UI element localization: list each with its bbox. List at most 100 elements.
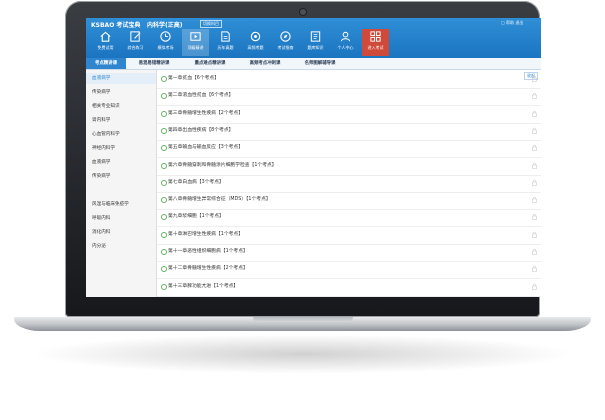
sidebar-item-neurology[interactable]: 神经内科学 — [92, 145, 115, 151]
nav-label: 进入考试 — [367, 45, 384, 50]
chapter-row[interactable]: 第十二章骨髓增生性疾病【2个考点】 — [157, 260, 541, 280]
lock-icon — [532, 110, 537, 117]
chapter-title: 第四章出血性疾病【8个考点】 — [168, 127, 234, 133]
lock-icon — [532, 231, 537, 238]
chapter-row[interactable]: 第四章出血性疾病【8个考点】 — [157, 122, 541, 141]
edit-icon — [130, 31, 141, 42]
compass-icon — [280, 31, 291, 42]
chapter-row[interactable]: 第三章骨髓增生性疾病【2个考点】 — [157, 105, 541, 124]
lock-icon — [532, 196, 537, 203]
nav-label: 个人中心 — [337, 45, 354, 50]
lock-icon — [532, 266, 537, 273]
bullet-icon — [161, 231, 167, 238]
lock-icon — [532, 144, 537, 151]
chapter-row[interactable]: 第六章骨髓穿刺和骨髓涂片细胞学检查【1个考点】 — [157, 157, 541, 176]
chapter-row[interactable]: 第一章贫血【6个考点】 — [157, 70, 541, 89]
nav-enter-exam[interactable]: 进入考试 — [362, 29, 389, 56]
settings-icon — [250, 31, 261, 42]
lock-icon — [532, 179, 537, 186]
lock-icon — [532, 248, 537, 255]
course-title: 内科学(正高) — [147, 22, 183, 29]
chapter-title: 第九章浆细胞【1个考点】 — [168, 214, 224, 220]
nav-free-trial[interactable]: 免费试用 — [92, 29, 119, 56]
chapter-title: 第二章溶血性贫血【6个考点】 — [168, 93, 234, 99]
sidebar-item-nephrology[interactable]: 肾内科学 — [92, 117, 110, 123]
bullet-icon — [161, 76, 167, 82]
home-icon — [100, 31, 111, 42]
grid-icon — [370, 31, 381, 42]
nav-hot-questions[interactable]: 高频考题 — [242, 29, 269, 56]
nav-label: 高频考题 — [247, 45, 264, 50]
lock-icon — [532, 283, 537, 290]
chapter-row[interactable]: 第七章白血病【3个考点】 — [157, 174, 541, 193]
sidebar-item-gastro[interactable]: 消化内科 — [92, 229, 110, 235]
sidebar-item-rheumatology[interactable]: 风湿与临床免疫学 — [92, 201, 129, 207]
app-screen: KSBAO 考试宝典 内科学(正高) 切换科目 □ 帮助 退出 免费试用 综合练… — [86, 18, 541, 297]
tab-confusing-points[interactable]: 易混易错精讲课 — [128, 58, 180, 69]
sidebar-item-related[interactable]: 相关专业知识 — [92, 103, 120, 109]
chapter-row[interactable]: 第二章溶血性贫血【6个考点】 — [157, 87, 541, 107]
sidebar-item-hematology[interactable]: 血液病学 — [92, 75, 110, 81]
sidebar-item-respiratory[interactable]: 呼吸内科 — [92, 215, 110, 221]
bullet-icon — [161, 179, 167, 186]
nav-practice[interactable]: 综合练习 — [122, 29, 149, 56]
nav-past-papers[interactable]: 历年真题 — [212, 29, 239, 56]
bullet-icon — [161, 214, 167, 221]
tab-illustrated[interactable]: 名师图解辅导课 — [294, 58, 346, 69]
chapter-row[interactable]: 第十三章脾功能亢进【1个考点】 — [157, 278, 541, 297]
chapter-title: 第十二章骨髓增生性疾病【2个考点】 — [168, 266, 248, 272]
chapter-title: 第八章骨髓增生异常综合征（MDS）【1个考点】 — [168, 197, 271, 203]
book-icon — [310, 31, 321, 42]
tab-key-points[interactable]: 考点精讲课 — [86, 58, 126, 69]
chapter-title: 第六章骨髓穿刺和骨髓涂片细胞学检查【1个考点】 — [168, 162, 277, 168]
chapter-title: 第十三章脾功能亢进【1个考点】 — [168, 283, 239, 289]
nav-lectures[interactable]: 顶级精讲 — [182, 29, 209, 56]
nav-exam-guide[interactable]: 考试指南 — [272, 29, 299, 56]
chapter-row[interactable]: 第十章淋巴增生性疾病【1个考点】 — [157, 226, 541, 245]
nav-label: 考试指南 — [277, 45, 294, 50]
chapter-title: 第五章输血与输血反应【3个考点】 — [168, 145, 244, 151]
nav-label: 顶级精讲 — [187, 45, 204, 50]
chapter-row[interactable]: 第八章骨髓增生异常综合征（MDS）【1个考点】 — [157, 191, 541, 211]
laptop-shadow — [30, 334, 575, 374]
app-logo: KSBAO 考试宝典 — [91, 22, 141, 29]
chapter-list: 收起 第一章贫血【6个考点】 第二章溶血性贫血【6个考点】 第三章骨髓增生性疾病【2… — [157, 70, 541, 297]
chapter-title: 第十一章恶性组织细胞病【1个考点】 — [168, 249, 248, 254]
laptop-notch — [253, 317, 353, 322]
sidebar-item-endocrine[interactable]: 内分泌 — [92, 243, 106, 249]
bullet-icon — [161, 145, 167, 152]
top-links[interactable]: □ 帮助 退出 — [501, 20, 523, 26]
bullet-icon — [161, 162, 167, 169]
app-header: KSBAO 考试宝典 内科学(正高) 切换科目 □ 帮助 退出 免费试用 综合练… — [86, 18, 541, 58]
sidebar-item-infectious-2[interactable]: 传染病学 — [92, 173, 110, 179]
lock-icon — [532, 214, 537, 221]
nav-profile[interactable]: 个人中心 — [332, 29, 359, 56]
lock-icon — [532, 127, 537, 134]
nav-knowledge[interactable]: 题库知识 — [302, 29, 329, 56]
bullet-icon — [161, 127, 167, 134]
tab-sprint[interactable]: 高频考点冲刺课 — [239, 58, 291, 69]
chapter-title: 第七章白血病【3个考点】 — [168, 179, 224, 185]
chapter-row[interactable]: 第九章浆细胞【1个考点】 — [157, 208, 541, 228]
chapter-title: 第十章淋巴增生性疾病【1个考点】 — [168, 231, 244, 237]
tab-difficult-points[interactable]: 重点难点精讲课 — [184, 58, 236, 69]
switch-course-button[interactable]: 切换科目 — [200, 20, 222, 28]
chapter-title: 第一章贫血【6个考点】 — [168, 76, 220, 81]
sidebar-item-infectious[interactable]: 传染病学 — [92, 89, 110, 95]
bullet-icon — [161, 93, 167, 100]
chapter-row[interactable]: 第五章输血与输血反应【3个考点】 — [157, 139, 541, 159]
chapter-row[interactable]: 第十一章恶性组织细胞病【1个考点】 — [157, 243, 541, 262]
bullet-icon — [161, 266, 167, 273]
clock-icon — [160, 31, 171, 42]
lock-icon — [532, 93, 537, 100]
sidebar-item-cardiology[interactable]: 心血管内科学 — [92, 131, 120, 137]
sidebar-item-hematology-2[interactable]: 血液病学 — [92, 159, 110, 165]
user-icon — [340, 31, 351, 42]
document-icon — [221, 31, 230, 42]
bullet-icon — [161, 283, 167, 290]
camera-icon — [300, 9, 306, 15]
nav-mock-exam[interactable]: 模拟考场 — [152, 29, 179, 56]
nav-label: 综合练习 — [127, 45, 144, 50]
nav-label: 题库知识 — [307, 45, 324, 50]
lecture-tabs: 考点精讲课 易混易错精讲课 重点难点精讲课 高频考点冲刺课 名师图解辅导课 — [86, 58, 541, 70]
